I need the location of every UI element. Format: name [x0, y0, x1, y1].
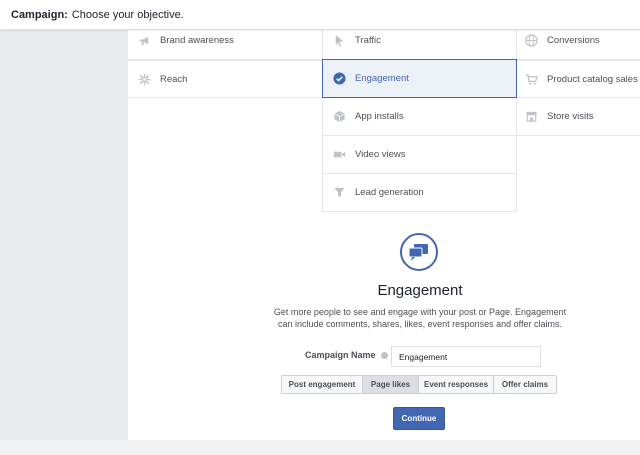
shopping-cart-icon [524, 72, 538, 86]
objective-label: Traffic [355, 35, 381, 46]
reach-icon [137, 72, 151, 86]
left-pane [0, 30, 128, 440]
campaign-name-text: Campaign Name [305, 350, 376, 360]
header-text: Choose your objective. [71, 8, 184, 21]
campaign-header: Campaign: Choose your objective. [0, 0, 640, 30]
objective-label: Lead generation [355, 187, 424, 198]
objective-engagement[interactable]: Engagement [322, 59, 517, 98]
option-post-engagement[interactable]: Post engagement [282, 376, 363, 393]
option-page-likes[interactable]: Page likes [363, 376, 419, 393]
store-icon [524, 110, 538, 124]
campaign-name-label: Campaign Name [305, 350, 388, 360]
objective-description: Get more people to see and engage with y… [273, 307, 567, 329]
box-icon [332, 110, 346, 124]
objective-label: App installs [355, 111, 404, 122]
check-circle-icon [332, 72, 346, 86]
objective-store-visits[interactable]: Store visits [517, 98, 640, 136]
objective-label: Store visits [547, 111, 594, 122]
objective-title: Engagement [377, 282, 463, 299]
objective-label: Conversions [547, 35, 600, 46]
video-camera-icon [332, 148, 346, 162]
continue-button[interactable]: Continue [393, 407, 445, 430]
engagement-chat-icon [400, 233, 438, 271]
objective-app-installs[interactable]: App installs [322, 98, 517, 136]
option-offer-claims[interactable]: Offer claims [494, 376, 556, 393]
objective-label: Brand awareness [160, 35, 234, 46]
option-event-responses[interactable]: Event responses [419, 376, 494, 393]
campaign-name-input[interactable] [391, 346, 541, 367]
cursor-icon [332, 34, 346, 48]
objective-product-catalog-sales[interactable]: Product catalog sales [517, 60, 640, 98]
objective-video-views[interactable]: Video views [322, 136, 517, 174]
header-label: Campaign: [11, 8, 68, 21]
objective-label: Engagement [355, 73, 409, 84]
objective-label: Video views [355, 149, 406, 160]
info-icon[interactable] [380, 351, 388, 359]
objective-reach[interactable]: Reach [128, 60, 322, 98]
footer-strip [0, 440, 640, 455]
globe-icon [524, 34, 538, 48]
engagement-type-selector: Post engagement Page likes Event respons… [281, 375, 557, 394]
objective-lead-generation[interactable]: Lead generation [322, 174, 517, 212]
objective-label: Reach [160, 73, 188, 85]
funnel-icon [332, 186, 346, 200]
megaphone-icon [137, 34, 151, 48]
objective-label: Product catalog sales [547, 73, 638, 85]
